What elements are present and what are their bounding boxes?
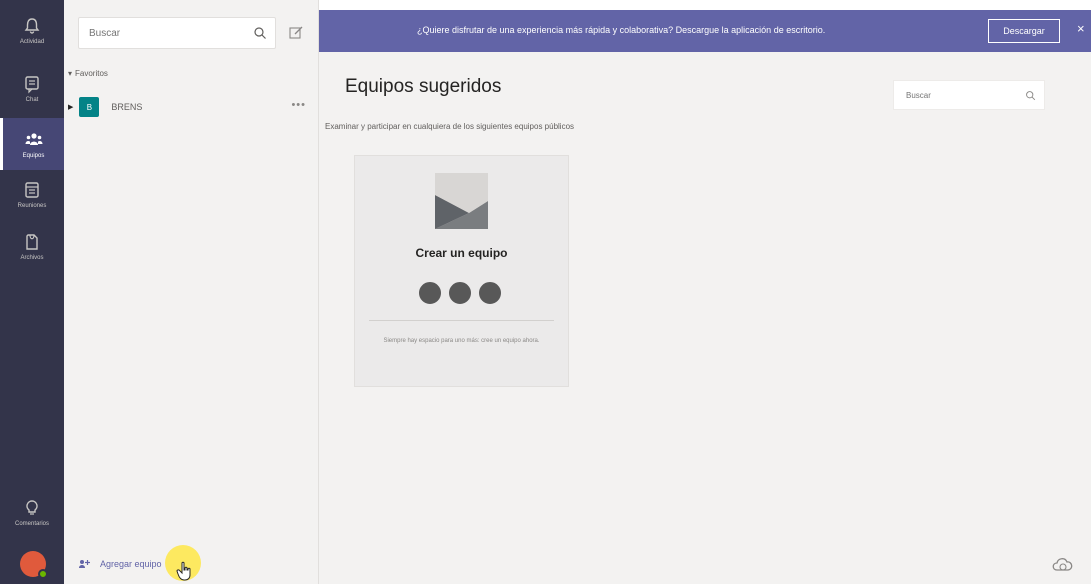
member-avatar [477,280,503,306]
card-description: Siempre hay espacio para uno más: cree u… [383,338,540,344]
teams-search [893,80,1045,110]
card-divider [369,320,554,321]
teams-list-panel: ▾ Favoritos ▶ B BRENS ••• Agregar equipo [64,0,319,584]
hand-pointer-icon [176,561,191,581]
user-avatar[interactable] [20,551,48,579]
banner-message: ¿Quiere disfrutar de una experiencia más… [417,25,826,35]
app-bar: Actividad Chat Equipos Reuniones Archivo… [0,0,64,584]
create-team-image [435,173,488,229]
add-team-icon [79,560,90,568]
rail-item-meetings[interactable]: Reuniones [0,168,64,220]
download-button[interactable]: Descargar [988,19,1060,43]
download-banner: ¿Quiere disfrutar de una experiencia más… [319,10,1091,52]
favorites-label: Favoritos [75,69,108,78]
team-name: BRENS [111,102,143,112]
member-avatar [447,280,473,306]
rail-item-chat[interactable]: Chat [0,62,64,114]
teams-icon [25,132,42,145]
team-avatar: B [79,97,100,117]
file-icon [26,233,38,250]
calendar-icon [25,181,39,198]
page-title: Equipos sugeridos [345,76,502,97]
page-subtitle: Examinar y participar en cualquiera de l… [325,122,575,131]
member-avatar [417,280,443,306]
member-avatars [417,280,503,306]
compose-icon[interactable] [288,25,304,41]
suggested-teams-view: Equipos sugeridos Examinar y participar … [319,52,1091,584]
rail-item-label: Comentarios [14,520,49,527]
close-icon[interactable]: × [1077,21,1085,36]
sidebar-search [78,17,276,49]
caret-down-icon: ▾ [68,69,73,78]
rail-item-label: Chat [25,96,39,103]
teams-search-input[interactable] [894,81,1014,109]
lightbulb-icon [26,499,38,515]
rail-item-activity[interactable]: Actividad [0,4,64,56]
teams-window: Actividad Chat Equipos Reuniones Archivo… [0,0,1091,584]
presence-available-icon [38,569,48,579]
rail-item-feedback[interactable]: Comentarios [0,486,64,538]
create-team-card[interactable]: Crear un equipo Siempre hay espacio para… [354,155,569,387]
cloud-icon[interactable] [1050,553,1076,575]
rail-item-label: Reuniones [17,202,47,209]
more-options-icon[interactable]: ••• [291,99,306,111]
join-team-label: Agregar equipo [100,559,162,569]
favorites-header[interactable]: ▾ Favoritos [68,69,108,78]
rail-item-label: Equipos [22,152,45,159]
card-title: Crear un equipo [415,246,508,260]
caret-right-icon[interactable]: ▶ [68,103,73,111]
top-strip [319,0,1091,10]
search-icon[interactable] [253,26,267,40]
search-icon[interactable] [1025,90,1036,101]
team-item-brens[interactable]: ▶ B BRENS ••• [64,93,318,121]
chat-icon [25,75,39,93]
rail-item-label: Actividad [19,38,45,45]
join-team-button[interactable]: Agregar equipo [78,558,162,570]
rail-item-files[interactable]: Archivos [0,220,64,272]
bell-icon [24,17,40,34]
sidebar-search-input[interactable] [79,18,229,48]
rail-item-label: Archivos [20,254,44,261]
rail-item-teams[interactable]: Equipos [0,118,64,170]
